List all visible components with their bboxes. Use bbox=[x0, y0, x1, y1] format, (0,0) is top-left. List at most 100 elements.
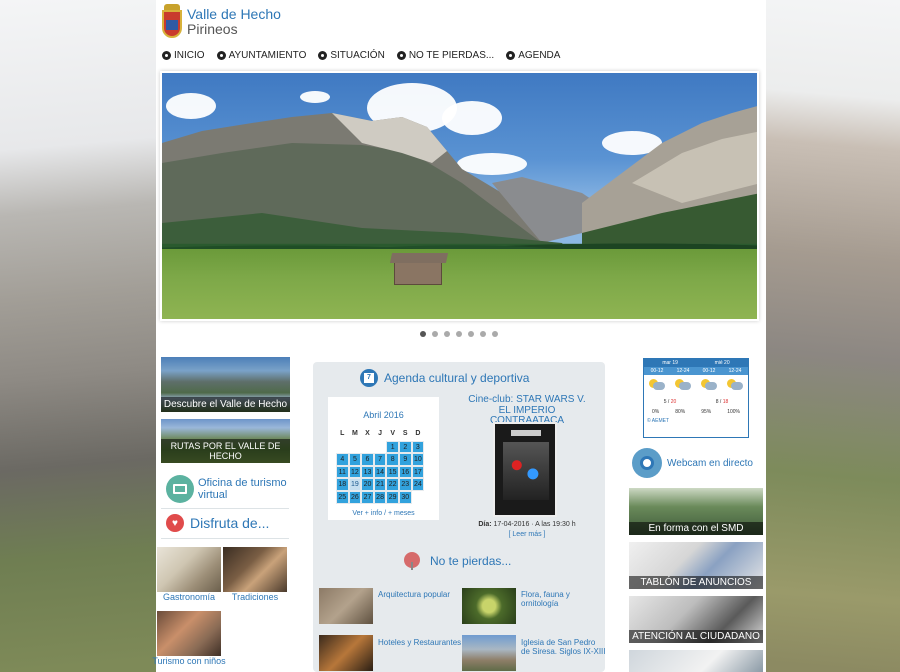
calendar-day[interactable]: 16 bbox=[398, 465, 412, 479]
thumb-tradiciones[interactable] bbox=[223, 547, 287, 592]
calendar-icon bbox=[506, 51, 516, 60]
slider-dot[interactable] bbox=[492, 331, 498, 337]
nt-label[interactable]: Arquitectura popular bbox=[378, 590, 463, 600]
thumb-gastronomia[interactable] bbox=[157, 547, 221, 592]
nav-ayuntamiento[interactable]: AYUNTAMIENTO bbox=[216, 50, 306, 61]
calendar-day[interactable]: 5 bbox=[348, 453, 362, 466]
main-nav: INICIO AYUNTAMIENTO SITUACIÓN NO TE PIER… bbox=[162, 50, 560, 61]
site-title: Valle de Hecho bbox=[187, 5, 281, 22]
weather-period: 12-24 bbox=[676, 368, 690, 374]
slider-dot[interactable] bbox=[420, 331, 426, 337]
banner-smd[interactable]: En forma con el SMD bbox=[629, 488, 763, 535]
webcam-link[interactable]: Webcam en directo bbox=[632, 448, 753, 478]
calendar-day[interactable]: 27 bbox=[361, 490, 374, 504]
mountain-background-left bbox=[0, 0, 160, 672]
divider bbox=[161, 508, 289, 509]
hero-slider-image[interactable] bbox=[160, 71, 759, 321]
read-more-link[interactable]: [ Leer más ] bbox=[462, 531, 592, 538]
calendar-day[interactable]: 24 bbox=[411, 478, 425, 491]
slider-dot[interactable] bbox=[468, 331, 474, 337]
nt-image-flora[interactable] bbox=[462, 588, 516, 624]
pushpin-icon bbox=[404, 552, 420, 570]
map-icon bbox=[318, 51, 328, 60]
nt-label[interactable]: Iglesia de San Pedro de Siresa. Siglos I… bbox=[521, 638, 606, 657]
calendar-day[interactable]: 13 bbox=[361, 465, 374, 479]
calendar-day[interactable]: 29 bbox=[386, 490, 399, 504]
slider-dot[interactable] bbox=[444, 331, 450, 337]
weather-source[interactable]: © AEMET bbox=[644, 415, 748, 424]
calendar-day[interactable]: 2 bbox=[398, 440, 412, 454]
nav-no-te-pierdas[interactable]: NO TE PIERDAS... bbox=[396, 50, 494, 61]
calendar-day[interactable]: 26 bbox=[348, 490, 362, 504]
calendar-day[interactable]: 21 bbox=[373, 478, 387, 491]
calendar-day[interactable]: 6 bbox=[361, 453, 374, 466]
calendar-day[interactable]: 20 bbox=[361, 478, 374, 491]
calendar-day[interactable]: 30 bbox=[398, 490, 412, 504]
weekday-header: L bbox=[340, 430, 345, 437]
calendar-day[interactable]: 22 bbox=[386, 478, 399, 491]
weather-precip: 80% bbox=[675, 409, 686, 415]
rain-cloud-icon bbox=[675, 379, 691, 391]
calendar-day[interactable]: 19 bbox=[348, 478, 362, 491]
calendar-day[interactable]: 1 bbox=[386, 440, 399, 454]
nt-label[interactable]: Flora, fauna y ornitología bbox=[521, 590, 606, 609]
site-logo[interactable]: Valle de Hecho Pirineos bbox=[162, 4, 281, 38]
calendar-day[interactable]: 25 bbox=[336, 490, 349, 504]
calendar-day[interactable]: 28 bbox=[373, 490, 387, 504]
weather-temp: 8 / 18 bbox=[715, 399, 729, 405]
banner-extra[interactable] bbox=[629, 650, 763, 672]
weather-widget[interactable]: mar 19 mié 20 00-12 12-24 00-12 12-24 5 … bbox=[643, 358, 749, 438]
nav-situacion[interactable]: SITUACIÓN bbox=[318, 50, 385, 61]
mountain-background-right bbox=[760, 0, 900, 672]
weekday-header: V bbox=[390, 430, 395, 437]
oficina-turismo-link[interactable]: Oficina de turismo virtual bbox=[166, 475, 287, 503]
thumb-turismo-ninos[interactable] bbox=[157, 611, 221, 656]
nt-image-hoteles[interactable] bbox=[319, 635, 373, 671]
weather-precip: 100% bbox=[727, 409, 740, 415]
site-subtitle: Pirineos bbox=[187, 20, 238, 37]
oficina-label-line2: virtual bbox=[198, 489, 228, 501]
pin-icon bbox=[396, 51, 406, 60]
calendar-day[interactable]: 9 bbox=[398, 453, 412, 466]
calendar-day[interactable]: 7 bbox=[373, 453, 387, 466]
promo-label: RUTAS POR EL VALLE DE HECHO bbox=[161, 439, 290, 463]
sun-cloud-icon bbox=[649, 379, 665, 391]
nav-agenda[interactable]: AGENDA bbox=[506, 50, 560, 61]
calendar-day[interactable]: 14 bbox=[373, 465, 387, 479]
calendar-day[interactable]: 10 bbox=[411, 453, 425, 466]
calendar-day[interactable]: 15 bbox=[386, 465, 399, 479]
nt-label[interactable]: Hoteles y Restaurantes bbox=[378, 638, 463, 648]
no-te-pierdas-heading: No te pierdas... bbox=[404, 552, 511, 570]
agenda-heading: 7 Agenda cultural y deportiva bbox=[360, 369, 529, 387]
promo-descubre-valle[interactable]: Descubre el Valle de Hecho bbox=[161, 357, 290, 412]
nt-image-arquitectura[interactable] bbox=[319, 588, 373, 624]
weekday-header: S bbox=[402, 430, 408, 437]
weather-day: mié 20 bbox=[714, 360, 730, 366]
weather-period: 00-12 bbox=[650, 368, 664, 374]
calendar-day[interactable]: 18 bbox=[336, 478, 349, 491]
rain-cloud-icon bbox=[701, 379, 717, 391]
event-poster-image[interactable] bbox=[493, 422, 557, 517]
calendar-day[interactable]: 12 bbox=[348, 465, 362, 479]
thumb-label[interactable]: Turismo con niños bbox=[149, 656, 229, 666]
banner-tablon[interactable]: TABLÓN DE ANUNCIOS bbox=[629, 542, 763, 589]
slider-dot[interactable] bbox=[456, 331, 462, 337]
home-icon bbox=[162, 51, 171, 60]
calendar-day[interactable]: 17 bbox=[411, 465, 425, 479]
calendar-day[interactable]: 3 bbox=[411, 440, 425, 454]
calendar-more-link[interactable]: Ver + info / + meses bbox=[328, 510, 439, 517]
slider-dot[interactable] bbox=[480, 331, 486, 337]
calendar-day[interactable]: 23 bbox=[398, 478, 412, 491]
slider-dot[interactable] bbox=[432, 331, 438, 337]
calendar-day[interactable]: 4 bbox=[336, 453, 349, 466]
promo-rutas[interactable]: RUTAS POR EL VALLE DE HECHO bbox=[161, 419, 290, 463]
nav-inicio[interactable]: INICIO bbox=[162, 50, 205, 61]
heart-icon: ♥ bbox=[166, 514, 184, 532]
nt-image-iglesia[interactable] bbox=[462, 635, 516, 671]
bank-icon bbox=[216, 51, 226, 60]
thumb-label[interactable]: Tradiciones bbox=[215, 592, 295, 602]
calendar-day[interactable]: 11 bbox=[336, 465, 349, 479]
banner-atencion[interactable]: ATENCIÓN AL CIUDADANO bbox=[629, 596, 763, 643]
event-calendar: Abril 2016 L M X J V S D 1 2 3 4 5 6 7 8 9 10 11 12 13 14 15 1… bbox=[328, 397, 439, 520]
calendar-day[interactable]: 8 bbox=[386, 453, 399, 466]
